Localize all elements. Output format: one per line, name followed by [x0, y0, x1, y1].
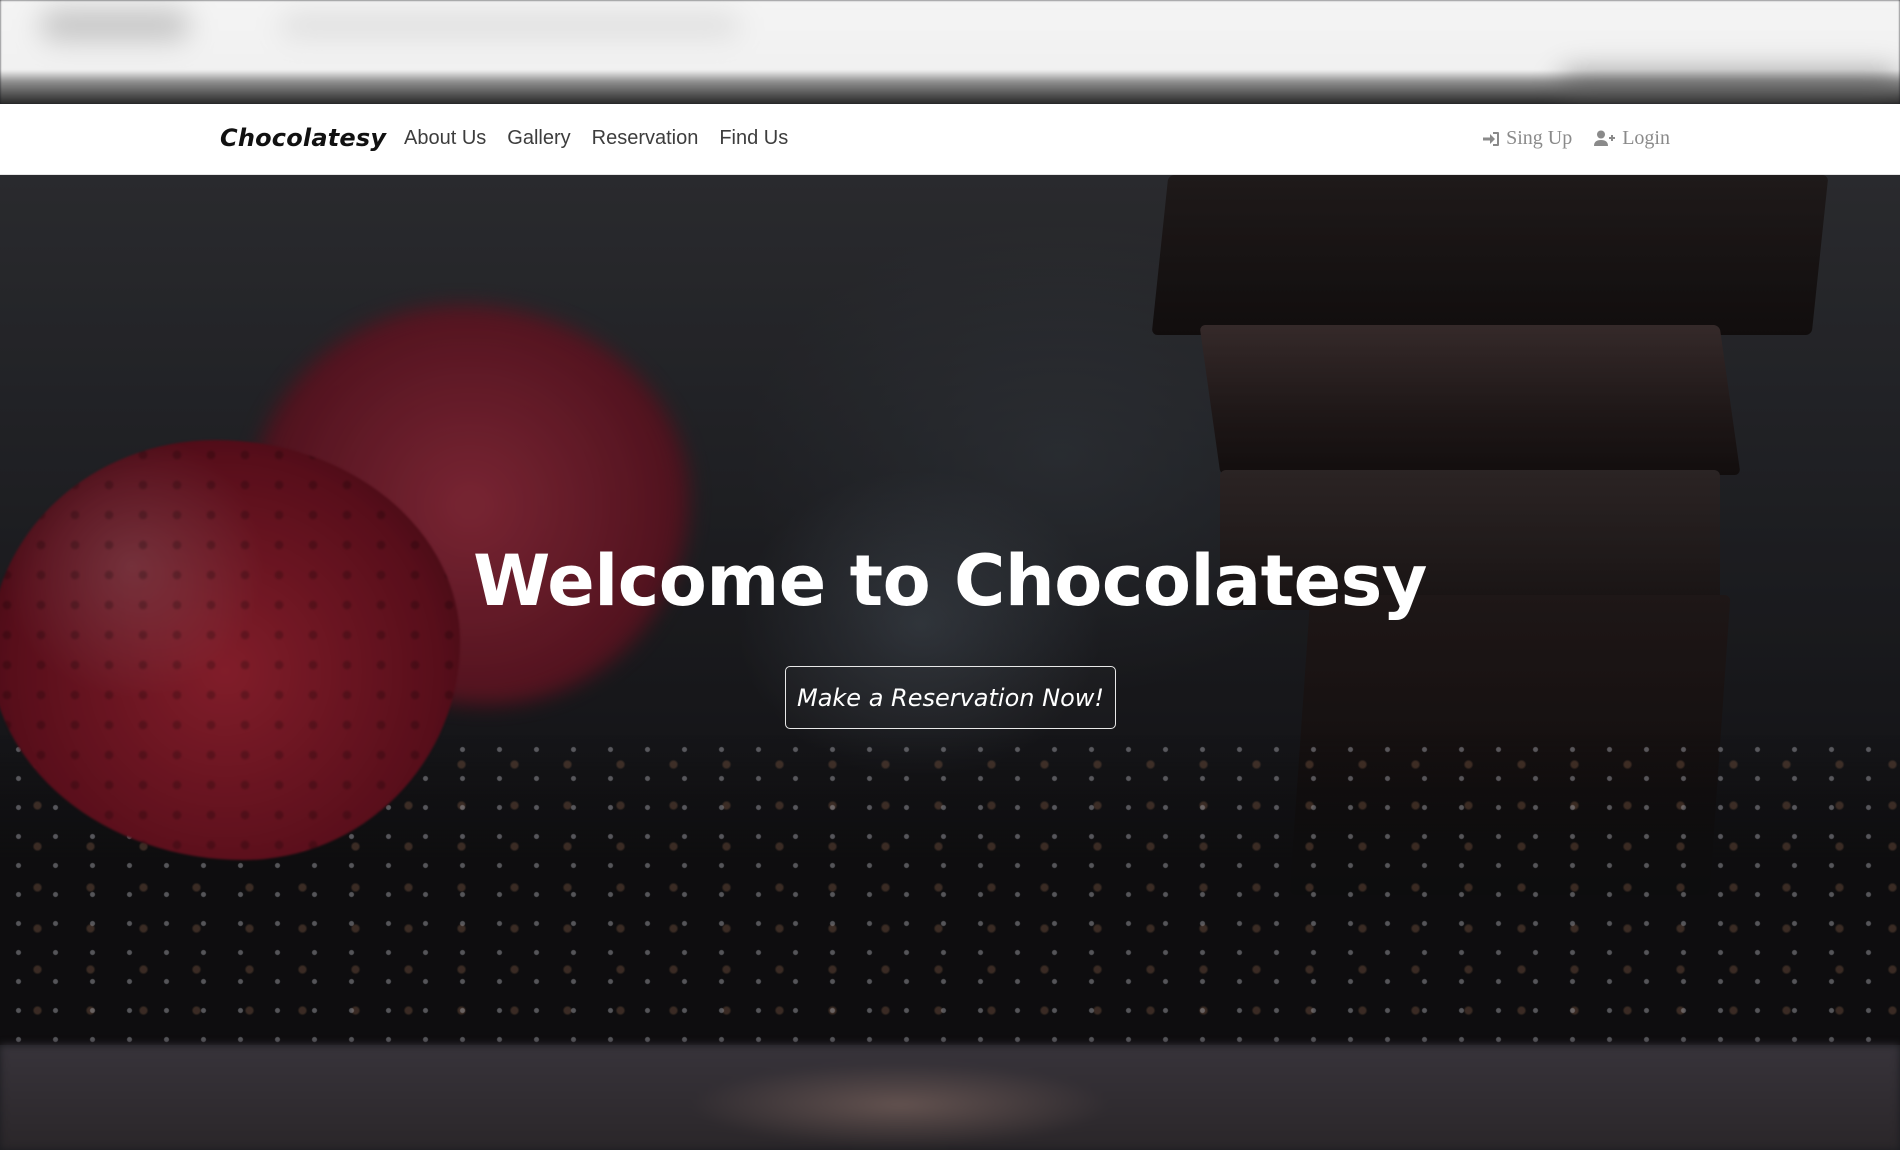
signup-link[interactable]: Sing Up: [1482, 127, 1572, 150]
navbar: Chocolatesy About Us Gallery Reservation…: [0, 104, 1900, 175]
signup-label: Sing Up: [1506, 127, 1573, 149]
blurred-smudge: [280, 14, 740, 36]
nav-link-about-us[interactable]: About Us: [404, 127, 486, 150]
nav-link-gallery[interactable]: Gallery: [507, 127, 570, 150]
auth-links: Sing Up Login: [1482, 127, 1670, 150]
blurred-browser-chrome: [0, 0, 1900, 104]
nav-link-reservation[interactable]: Reservation: [592, 127, 699, 150]
make-reservation-button[interactable]: Make a Reservation Now!: [785, 666, 1116, 729]
login-link[interactable]: Login: [1594, 127, 1670, 150]
sign-in-icon: [1483, 131, 1500, 146]
login-label: Login: [1622, 127, 1670, 149]
user-plus-icon: [1594, 130, 1616, 146]
hero-section: Welcome to Chocolatesy Make a Reservatio…: [0, 175, 1900, 1045]
blurred-bottom-strip: [0, 1045, 1900, 1150]
nav-links: About Us Gallery Reservation Find Us: [404, 127, 788, 150]
brand-logo[interactable]: Chocolatesy: [220, 124, 386, 152]
blurred-smudge: [40, 10, 190, 40]
hero-title: Welcome to Chocolatesy: [473, 540, 1427, 622]
blurred-smudge: [1560, 70, 1900, 100]
nav-link-find-us[interactable]: Find Us: [719, 127, 788, 150]
